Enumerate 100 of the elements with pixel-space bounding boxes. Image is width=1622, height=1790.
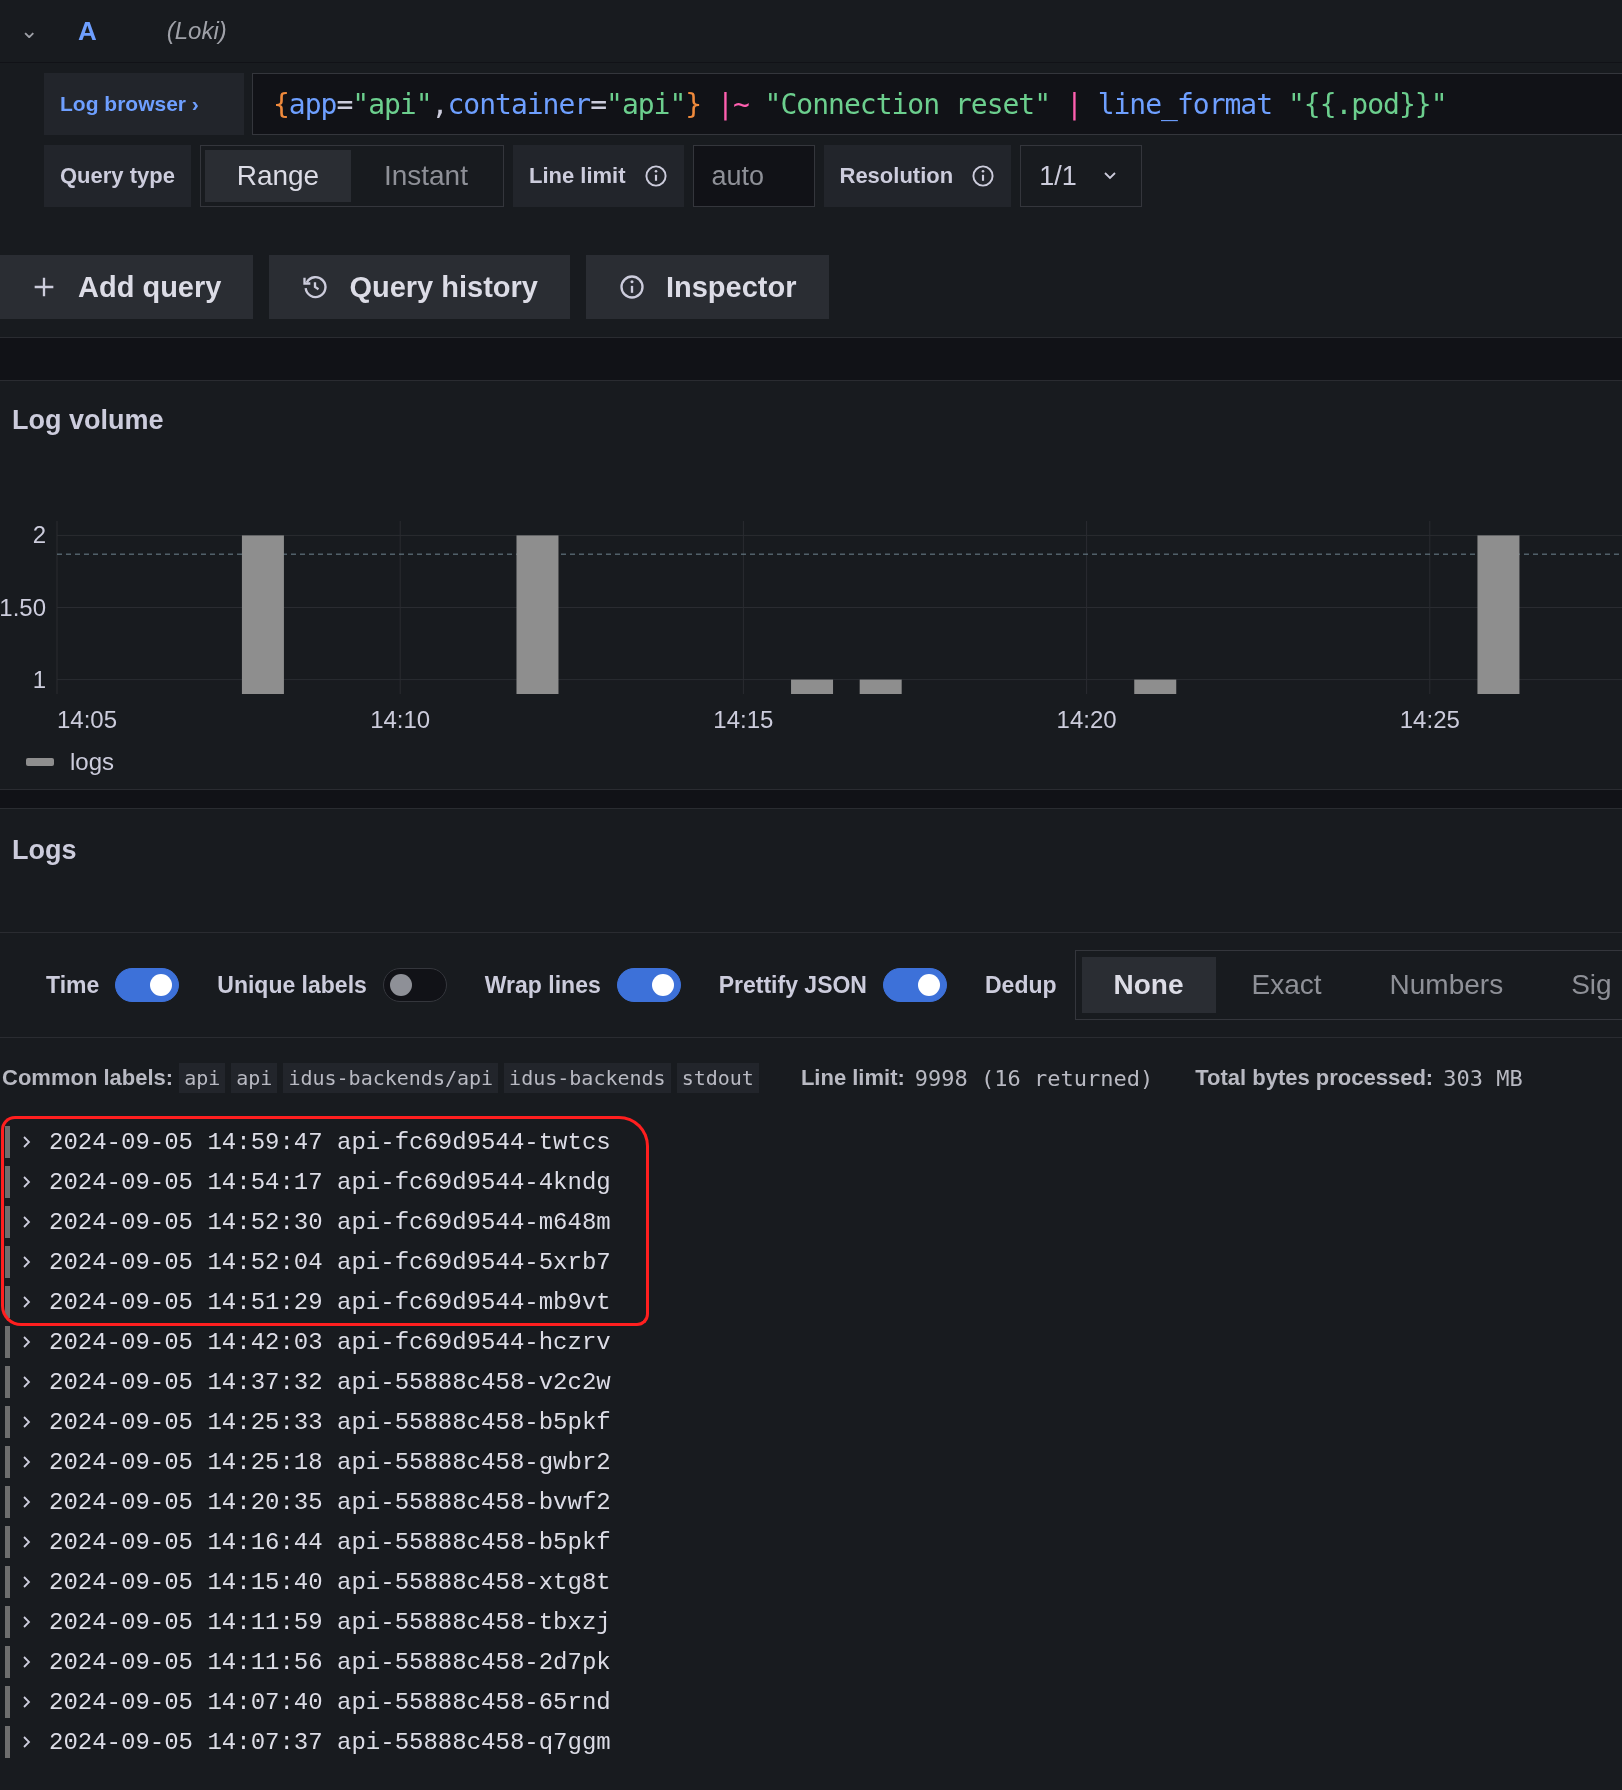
toggle-label: Prettify JSON (718, 971, 867, 999)
toggle-switch[interactable] (115, 968, 180, 1002)
expand-chevron-icon[interactable] (22, 1575, 32, 1589)
panel-title: Log volume (11, 404, 165, 436)
info-icon (643, 164, 668, 188)
datasource-name: (Loki) (166, 17, 227, 45)
legend-label[interactable]: logs (70, 748, 115, 776)
log-level-bar (5, 1526, 10, 1558)
log-level-bar (5, 1246, 10, 1278)
query-field[interactable]: {app="api",container="api"} |~ "Connection reset" | line_format "{{.pod}}" (252, 73, 1622, 135)
expand-chevron-icon[interactable] (22, 1695, 32, 1709)
x-tick-label: 14:05 (57, 706, 118, 733)
bytes-processed-label: Total bytes processed: (1195, 1065, 1434, 1091)
y-tick-label: 1.50 (0, 593, 46, 621)
log-line[interactable]: 2024-09-05 14:16:44 api-55888c458-b5pkf (49, 1528, 611, 1556)
log-line[interactable]: 2024-09-05 14:25:18 api-55888c458-gwbr2 (49, 1448, 611, 1476)
legend-swatch (26, 758, 54, 766)
expand-chevron-icon[interactable] (22, 1135, 32, 1149)
label-tag: idus-backends/api (283, 1063, 499, 1093)
log-level-bar (5, 1286, 10, 1318)
info-icon (617, 273, 646, 301)
label-tag: idus-backends (504, 1063, 671, 1093)
log-line[interactable]: 2024-09-05 14:15:40 api-55888c458-xtg8t (49, 1568, 611, 1596)
log-level-bar (5, 1446, 10, 1478)
expand-chevron-icon[interactable] (22, 1535, 32, 1549)
toggle-switch[interactable] (616, 968, 681, 1002)
expand-chevron-icon[interactable] (22, 1295, 32, 1309)
expand-chevron-icon[interactable] (22, 1415, 32, 1429)
line-limit-value: 9998 (16 returned) (914, 1065, 1154, 1091)
common-labels-label: Common labels: (2, 1065, 174, 1091)
info-icon (971, 164, 996, 188)
line-limit-label: Line limit: (800, 1065, 905, 1091)
log-level-bar (5, 1126, 10, 1158)
inspector-button[interactable]: Inspector (585, 255, 829, 319)
expand-chevron-icon[interactable] (22, 1335, 32, 1349)
collapse-caret-icon[interactable]: ⌄ (20, 20, 50, 42)
toggle-switch[interactable] (883, 968, 947, 1002)
log-line[interactable]: 2024-09-05 14:52:30 api-fc69d9544-m648m (49, 1208, 611, 1236)
log-line[interactable]: 2024-09-05 14:51:29 api-fc69d9544-mb9vt (49, 1288, 611, 1316)
caret-icon (1103, 171, 1118, 181)
expand-chevron-icon[interactable] (22, 1175, 32, 1189)
log-level-bar (5, 1326, 10, 1358)
line-limit-input[interactable]: auto (692, 145, 815, 207)
log-browser-button[interactable]: Log browser › (44, 73, 244, 135)
log-level-bar (5, 1726, 10, 1758)
resolution-label: Resolution (823, 145, 1012, 207)
resolution-select[interactable]: 1/1 (1020, 145, 1143, 207)
log-level-bar (5, 1206, 10, 1238)
toggle-label: Time (46, 971, 100, 999)
toggle-switch[interactable] (382, 968, 447, 1002)
log-level-bar (5, 1686, 10, 1718)
x-tick-label: 14:20 (1056, 706, 1117, 733)
log-level-bar (5, 1606, 10, 1638)
expand-chevron-icon[interactable] (22, 1495, 32, 1509)
log-line[interactable]: 2024-09-05 14:11:56 api-55888c458-2d7pk (49, 1648, 611, 1676)
log-level-bar (5, 1486, 10, 1518)
dedup-option[interactable]: None (1081, 957, 1216, 1013)
log-line[interactable]: 2024-09-05 14:54:17 api-fc69d9544-4kndg (49, 1168, 611, 1196)
log-level-bar (5, 1406, 10, 1438)
log-line[interactable]: 2024-09-05 14:59:47 api-fc69d9544-twtcs (49, 1128, 611, 1156)
log-level-bar (5, 1646, 10, 1678)
expand-chevron-icon[interactable] (22, 1375, 32, 1389)
expand-chevron-icon[interactable] (22, 1735, 32, 1749)
query-type-option[interactable]: Range (204, 150, 351, 202)
log-line[interactable]: 2024-09-05 14:37:32 api-55888c458-v2c2w (49, 1368, 611, 1396)
y-tick-label: 1 (32, 665, 46, 693)
log-line[interactable]: 2024-09-05 14:07:37 api-55888c458-q7ggm (49, 1728, 611, 1756)
dedup-option[interactable]: Numbers (1357, 957, 1536, 1013)
x-tick-label: 14:25 (1399, 706, 1460, 733)
expand-chevron-icon[interactable] (22, 1255, 32, 1269)
x-tick-label: 14:15 (713, 706, 774, 733)
log-level-bar (5, 1566, 10, 1598)
query-type-option[interactable]: Instant (352, 150, 499, 202)
query-history-button[interactable]: Query history (269, 255, 570, 319)
label-tag: api (179, 1063, 226, 1093)
toggle-label: Wrap lines (484, 971, 601, 999)
dedup-option[interactable]: Exact (1219, 957, 1354, 1013)
label-tag: api (231, 1063, 278, 1093)
query-ref-name: A (78, 15, 97, 47)
add-query-button[interactable]: Add query (0, 255, 254, 319)
expand-chevron-icon[interactable] (22, 1455, 32, 1469)
expand-chevron-icon[interactable] (22, 1655, 32, 1669)
panel-title: Logs (11, 834, 78, 866)
log-line[interactable]: 2024-09-05 14:07:40 api-55888c458-65rnd (49, 1688, 611, 1716)
log-line[interactable]: 2024-09-05 14:52:04 api-fc69d9544-5xrb7 (49, 1248, 611, 1276)
log-line[interactable]: 2024-09-05 14:25:33 api-55888c458-b5pkf (49, 1408, 611, 1436)
dedup-label: Dedup (985, 971, 1057, 999)
expand-chevron-icon[interactable] (22, 1615, 32, 1629)
dedup-option[interactable]: Sig (1539, 957, 1622, 1013)
line-limit-label: Line limit (512, 145, 684, 207)
toggle-label: Unique labels (217, 971, 367, 999)
log-line[interactable]: 2024-09-05 14:20:35 api-55888c458-bvwf2 (49, 1488, 611, 1516)
history-icon (301, 273, 330, 301)
label-tag: stdout (676, 1063, 759, 1093)
log-line[interactable]: 2024-09-05 14:42:03 api-fc69d9544-hczrv (49, 1328, 611, 1356)
expand-chevron-icon[interactable] (22, 1215, 32, 1229)
log-line[interactable]: 2024-09-05 14:11:59 api-55888c458-tbxzj (49, 1608, 611, 1636)
x-tick-label: 14:10 (370, 706, 431, 733)
log-level-bar (5, 1366, 10, 1398)
y-tick-label: 2 (32, 521, 46, 549)
